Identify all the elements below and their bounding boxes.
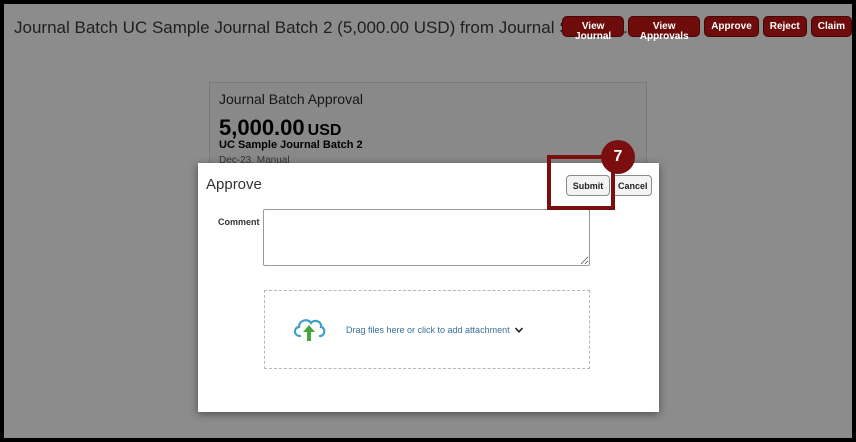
approve-button[interactable]: Approve [704,16,759,37]
cancel-button[interactable]: Cancel [612,175,652,196]
view-journal-button[interactable]: View Journal [562,16,625,42]
view-approvals-button[interactable]: View Approvals [628,16,701,42]
amount-value: 5,000.00 [219,115,305,140]
cloud-upload-icon [293,319,326,341]
comment-field[interactable] [263,209,590,266]
dialog-title: Approve [206,176,262,193]
batch-name: UC Sample Journal Batch 2 [219,139,363,151]
chevron-down-icon[interactable] [514,325,524,335]
screen: Journal Batch UC Sample Journal Batch 2 … [0,0,856,442]
step-badge: 7 [601,140,635,174]
reject-button[interactable]: Reject [762,16,807,37]
comment-label: Comment [218,217,260,227]
page-title: Journal Batch UC Sample Journal Batch 2 … [14,18,634,37]
claim-button[interactable]: Claim [810,16,852,37]
attachment-drop-zone[interactable]: Drag files here or click to add attachme… [264,290,590,369]
header-actions: View Journal View Approvals Approve Reje… [562,16,852,42]
amount-currency: USD [307,122,342,139]
attachment-link[interactable]: Drag files here or click to add attachme… [346,325,510,335]
card-heading: Journal Batch Approval [219,91,363,107]
batch-amount: 5,000.00 USD [219,115,341,141]
